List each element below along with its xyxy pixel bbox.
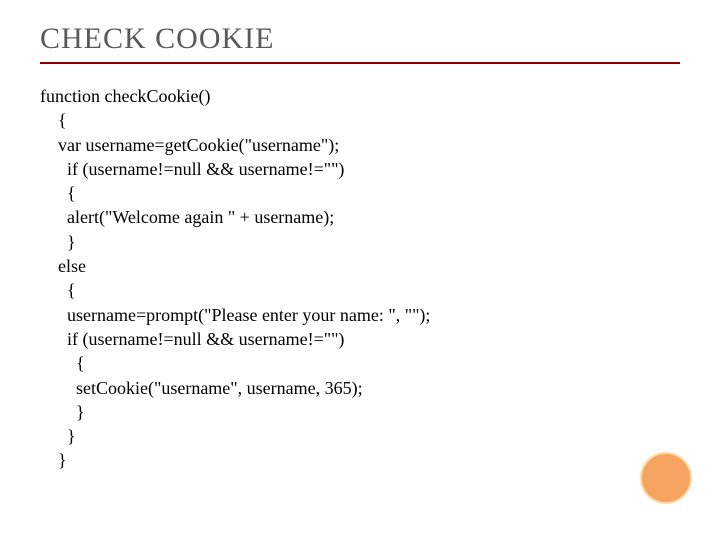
- code-line: function checkCookie(): [40, 86, 210, 106]
- code-line: var username=getCookie("username");: [40, 135, 339, 155]
- decorative-circle-icon: [640, 452, 692, 504]
- code-line: }: [40, 232, 76, 252]
- title-divider: [40, 62, 680, 64]
- code-line: }: [40, 426, 76, 446]
- code-line: alert("Welcome again " + username);: [40, 207, 334, 227]
- code-block: function checkCookie() { var username=ge…: [40, 84, 680, 473]
- code-line: if (username!=null && username!=""): [40, 159, 344, 179]
- code-line: }: [40, 450, 67, 470]
- code-line: {: [40, 353, 85, 373]
- code-line: {: [40, 280, 76, 300]
- slide: CHECK COOKIE function checkCookie() { va…: [0, 0, 720, 540]
- code-line: if (username!=null && username!=""): [40, 329, 344, 349]
- code-line: else: [40, 256, 86, 276]
- code-line: username=prompt("Please enter your name:…: [40, 305, 430, 325]
- code-line: }: [40, 402, 85, 422]
- code-line: {: [40, 183, 76, 203]
- code-line: setCookie("username", username, 365);: [40, 378, 363, 398]
- code-line: {: [40, 110, 67, 130]
- slide-title: CHECK COOKIE: [40, 22, 680, 56]
